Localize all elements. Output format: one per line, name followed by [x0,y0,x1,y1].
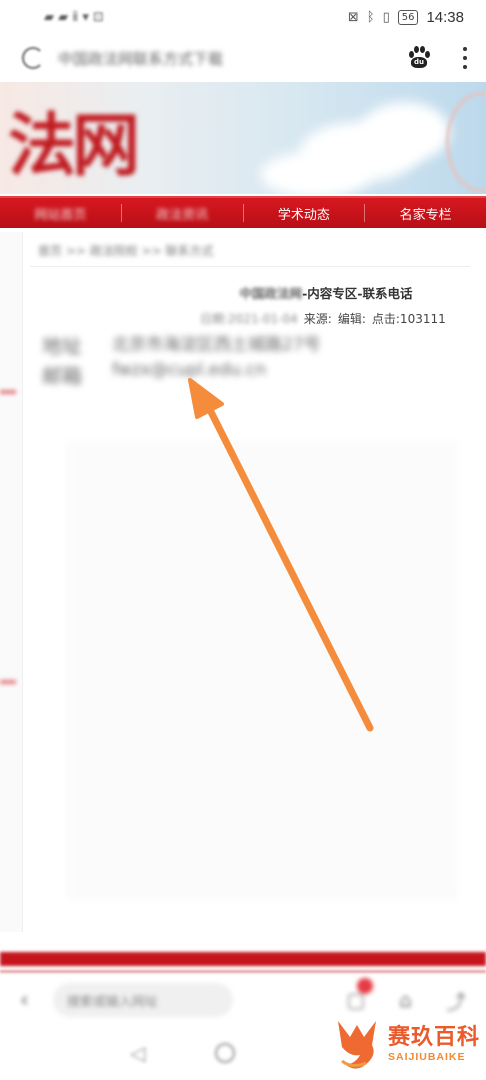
cloud-decoration [260,152,370,194]
browser-address-bar: 中国政法网联系方式下载 du [0,34,486,82]
site-footer-bar [0,952,486,966]
status-bar: ▰ ▰ ⅱ ▾ ⊡ ⊠ ᛒ ▯ 56 14:38 [0,0,486,34]
cloud-decoration [360,102,450,162]
carrier-info: ▰ ▰ ⅱ ▾ ⊡ [44,10,104,25]
contact-address: 地址 北京市海淀区西土城路27号 [42,330,321,359]
side-marker [0,680,16,684]
nfc-icon: ⊠ [347,9,359,25]
watermark: 赛玖百科 SAIJIUBAIKE [332,1014,482,1074]
signal-icon: ▰ ▰ ⅱ ▾ ⊡ [44,9,104,25]
breadcrumb[interactable]: 首页 >> 政法院校 >> 联系方式 [38,242,213,259]
system-back-icon[interactable]: ◁ [130,1041,145,1065]
vibrate-icon: ▯ [382,9,390,25]
page-title-url[interactable]: 中国政法网联系方式下载 [58,48,308,69]
back-icon[interactable]: ‹ [20,988,29,1013]
paw-toe [425,51,430,58]
baidu-du-label: du [411,57,427,68]
nav-item-news[interactable]: 政法资讯 [122,204,243,223]
banner-figure [446,92,486,192]
bluetooth-icon: ᛒ [366,9,375,25]
nav-item-columns[interactable]: 名家专栏 [365,204,486,223]
meta-source: 来源: [303,312,332,326]
tabs-icon[interactable]: ▢ [346,978,374,1012]
more-menu-icon[interactable] [462,47,468,69]
paw-toe [414,46,419,53]
banner-logo-text: 法网 [8,106,140,186]
watermark-text: 赛玖百科 SAIJIUBAIKE [388,1025,480,1063]
article-meta: 日期:2021-01-04 来源: 编辑: 点击:103111 [200,310,446,327]
clock: 14:38 [426,8,464,26]
home-icon[interactable]: ⌂ [399,988,412,1012]
refresh-icon[interactable] [22,47,44,69]
email-label: 邮箱 [42,364,82,388]
baidu-icon[interactable]: du [406,45,432,71]
article-body-blurred [68,440,458,900]
paw-toe [420,46,425,53]
article-title-site: 中国政法网 [239,286,303,301]
share-icon[interactable]: ⤴ [446,986,466,1015]
article-title-section: -内容专区-联系电话 [302,286,413,301]
side-marker [0,390,16,394]
contact-email: 邮箱 fwzx@cupl.edu.cn [42,360,266,389]
status-right: ⊠ ᛒ ▯ 56 14:38 [348,9,464,26]
article-title: 中国政法网-内容专区-联系电话 [186,283,466,302]
meta-date: 日期:2021-01-04 [200,312,298,326]
meta-editor: 编辑: [337,312,366,326]
toolbar-search[interactable]: 搜索或输入网址 [52,983,233,1017]
address-value: 北京市海淀区西土城路27号 [112,335,321,355]
battery-icon: 56 [397,9,419,25]
left-side-strip [0,232,22,932]
notification-badge [357,978,374,994]
watermark-en: SAIJIUBAIKE [388,1051,466,1063]
nav-item-academic[interactable]: 学术动态 [244,204,365,223]
watermark-cn: 赛玖百科 [388,1025,481,1050]
divider [30,266,470,267]
site-nav: 网站首页 政法资讯 学术动态 名家专栏 [0,196,486,228]
toolbar-icons: ▢ ⌂ ⤴ [346,978,466,1015]
meta-clicks: 点击:103111 [371,312,446,326]
footer-line [0,970,486,973]
watermark-logo-icon [338,1021,376,1069]
site-banner: 法网 [0,82,486,194]
nav-item-home[interactable]: 网站首页 [0,204,121,223]
email-value[interactable]: fwzx@cupl.edu.cn [112,360,266,389]
address-label: 地址 [42,334,82,358]
system-home-icon[interactable] [215,1043,236,1063]
